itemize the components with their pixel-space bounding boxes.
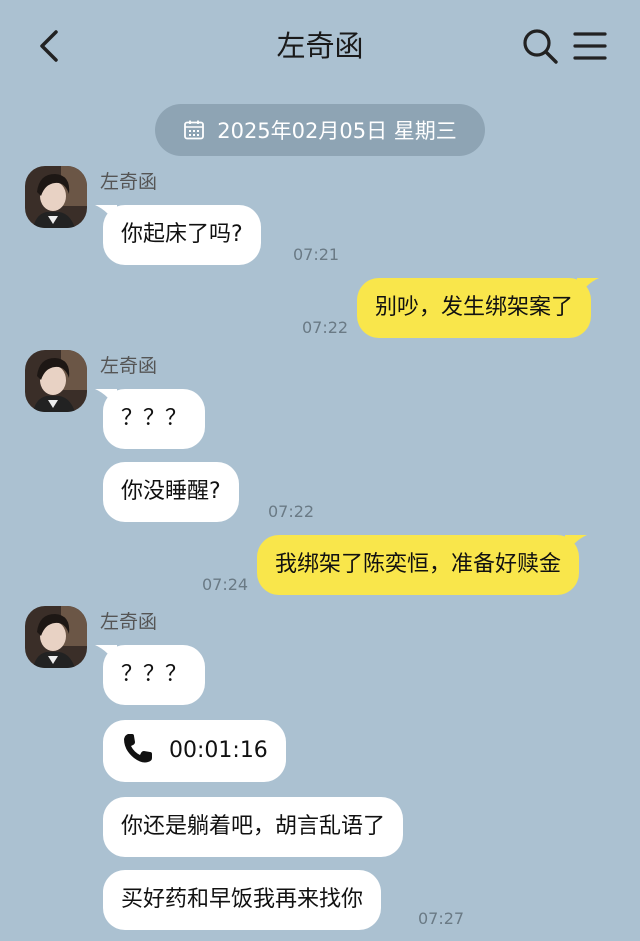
message-time: 07:24 bbox=[202, 575, 249, 594]
message-text: 别吵，发生绑架案了 bbox=[375, 295, 574, 320]
message-text: 买好药和早饭我再来找你 bbox=[121, 887, 364, 912]
message-text: ？？？ bbox=[121, 406, 188, 431]
message-text: 我绑架了陈奕恒，准备好赎金 bbox=[275, 552, 562, 577]
avatar-image bbox=[25, 350, 87, 412]
menu-icon[interactable] bbox=[572, 28, 608, 64]
message-bubble-outgoing[interactable]: 我绑架了陈奕恒，准备好赎金 bbox=[257, 535, 588, 595]
avatar[interactable] bbox=[25, 166, 87, 228]
message-text: 你没睡醒? bbox=[121, 479, 221, 504]
message-text: 你起床了吗? bbox=[121, 222, 243, 247]
search-icon[interactable] bbox=[520, 26, 560, 66]
phone-icon bbox=[124, 734, 152, 763]
message-text: 你还是躺着吧，胡言乱语了 bbox=[121, 814, 386, 839]
message-time: 07:21 bbox=[293, 245, 340, 264]
avatar-image bbox=[25, 606, 87, 668]
date-text: 2025年02月05日 星期三 bbox=[217, 119, 457, 143]
sender-name: 左奇函 bbox=[100, 355, 158, 377]
sender-name: 左奇函 bbox=[100, 611, 158, 633]
avatar[interactable] bbox=[25, 350, 87, 412]
bubble-tail bbox=[95, 205, 117, 227]
call-duration: 00:01:16 bbox=[169, 738, 268, 763]
message-time: 07:22 bbox=[268, 502, 315, 521]
bubble-tail bbox=[565, 535, 588, 557]
sender-name: 左奇函 bbox=[100, 171, 158, 193]
message-bubble[interactable]: ？？？ bbox=[95, 389, 206, 449]
avatar-image bbox=[25, 166, 87, 228]
bubble-tail bbox=[95, 389, 117, 411]
avatar[interactable] bbox=[25, 606, 87, 668]
message-bubble[interactable]: 你起床了吗? bbox=[95, 205, 261, 265]
message-time: 07:22 bbox=[302, 318, 349, 337]
message-time: 07:27 bbox=[418, 909, 465, 928]
message-bubble[interactable]: 你没睡醒? bbox=[103, 462, 239, 522]
message-bubble[interactable]: 你还是躺着吧，胡言乱语了 bbox=[103, 797, 404, 857]
message-bubble[interactable]: ？？？ bbox=[95, 645, 206, 705]
date-divider: 2025年02月05日 星期三 bbox=[155, 104, 485, 156]
calendar-icon bbox=[184, 120, 205, 140]
message-bubble-outgoing[interactable]: 别吵，发生绑架案了 bbox=[357, 278, 600, 338]
call-record-bubble[interactable]: 00:01:16 bbox=[103, 720, 286, 782]
bubble-tail bbox=[95, 645, 117, 667]
bubble-tail bbox=[577, 278, 600, 300]
message-text: ？？？ bbox=[121, 662, 188, 687]
message-bubble[interactable]: 买好药和早饭我再来找你 bbox=[103, 870, 382, 930]
